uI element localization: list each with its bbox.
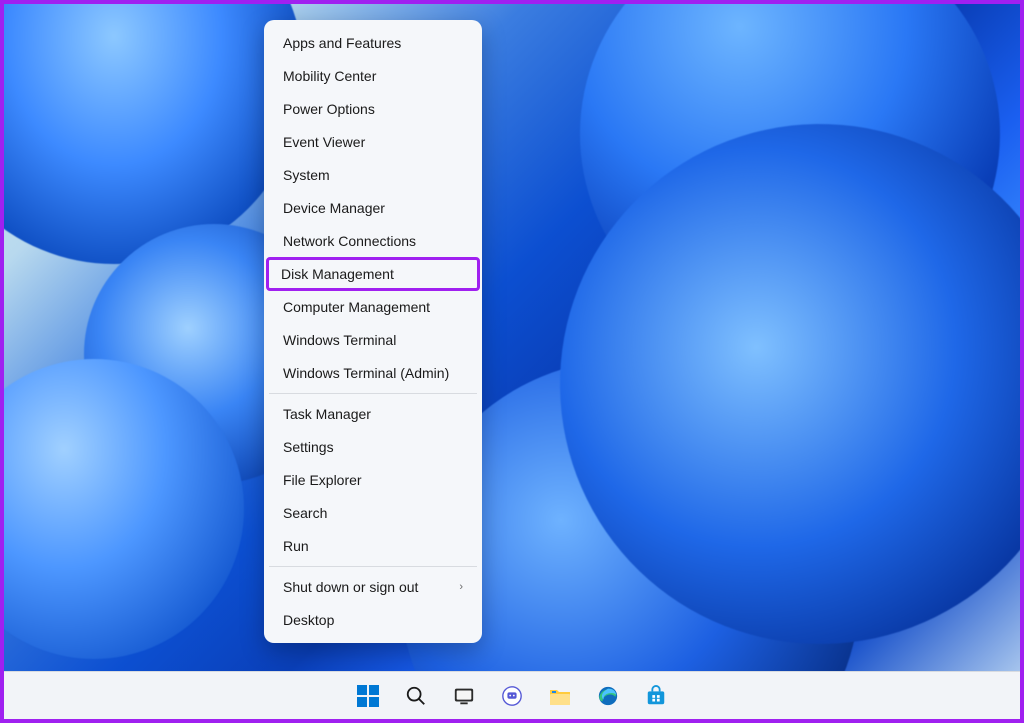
menu-item-label: Apps and Features <box>283 35 401 51</box>
menu-item-label: Task Manager <box>283 406 371 422</box>
desktop-wallpaper: Apps and Features Mobility Center Power Op… <box>4 4 1020 719</box>
menu-separator <box>269 566 477 567</box>
menu-item-label: Desktop <box>283 612 334 628</box>
menu-item-label: Disk Management <box>281 266 394 282</box>
menu-item-event-viewer[interactable]: Event Viewer <box>269 126 477 158</box>
store-icon[interactable] <box>636 676 676 716</box>
menu-item-search[interactable]: Search <box>269 497 477 529</box>
taskbar <box>4 671 1020 719</box>
menu-item-label: Device Manager <box>283 200 385 216</box>
menu-item-power-options[interactable]: Power Options <box>269 93 477 125</box>
menu-item-mobility-center[interactable]: Mobility Center <box>269 60 477 92</box>
menu-item-desktop[interactable]: Desktop <box>269 604 477 636</box>
search-icon[interactable] <box>396 676 436 716</box>
chevron-right-icon: › <box>459 581 463 593</box>
menu-item-run[interactable]: Run <box>269 530 477 562</box>
menu-item-device-manager[interactable]: Device Manager <box>269 192 477 224</box>
menu-item-computer-management[interactable]: Computer Management <box>269 291 477 323</box>
menu-item-disk-management[interactable]: Disk Management <box>266 257 480 291</box>
menu-item-label: System <box>283 167 330 183</box>
menu-item-apps-and-features[interactable]: Apps and Features <box>269 27 477 59</box>
file-explorer-icon[interactable] <box>540 676 580 716</box>
menu-item-shut-down-or-sign-out[interactable]: Shut down or sign out › <box>269 571 477 603</box>
menu-item-file-explorer[interactable]: File Explorer <box>269 464 477 496</box>
menu-item-label: Search <box>283 505 327 521</box>
chat-icon[interactable] <box>492 676 532 716</box>
menu-item-label: Shut down or sign out <box>283 579 418 595</box>
start-button[interactable] <box>348 676 388 716</box>
menu-separator <box>269 393 477 394</box>
task-view-icon[interactable] <box>444 676 484 716</box>
menu-item-windows-terminal[interactable]: Windows Terminal <box>269 324 477 356</box>
menu-item-label: Windows Terminal <box>283 332 396 348</box>
menu-item-label: File Explorer <box>283 472 362 488</box>
menu-item-label: Run <box>283 538 309 554</box>
menu-item-task-manager[interactable]: Task Manager <box>269 398 477 430</box>
winx-context-menu: Apps and Features Mobility Center Power Op… <box>264 20 482 643</box>
menu-item-label: Mobility Center <box>283 68 376 84</box>
edge-icon[interactable] <box>588 676 628 716</box>
menu-item-label: Network Connections <box>283 233 416 249</box>
menu-item-label: Windows Terminal (Admin) <box>283 365 449 381</box>
menu-item-system[interactable]: System <box>269 159 477 191</box>
menu-item-settings[interactable]: Settings <box>269 431 477 463</box>
menu-item-label: Computer Management <box>283 299 430 315</box>
menu-item-network-connections[interactable]: Network Connections <box>269 225 477 257</box>
menu-item-label: Event Viewer <box>283 134 365 150</box>
menu-item-windows-terminal-admin[interactable]: Windows Terminal (Admin) <box>269 357 477 389</box>
menu-item-label: Settings <box>283 439 334 455</box>
menu-item-label: Power Options <box>283 101 375 117</box>
